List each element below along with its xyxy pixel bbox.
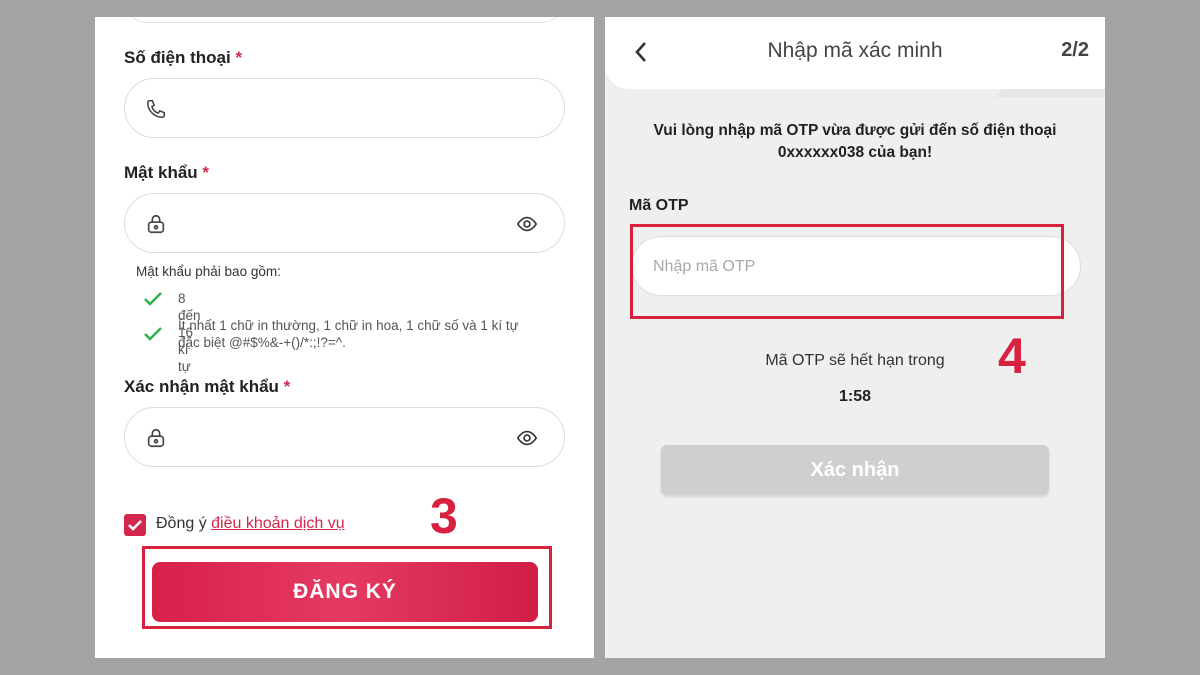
register-button[interactable]: ĐĂNG KÝ [152,562,538,622]
confirm-password-label: Xác nhận mật khẩu * [124,377,291,396]
phone-icon [146,99,166,119]
lock-icon [147,428,165,448]
otp-instruction: Vui lòng nhập mã OTP vừa được gửi đến số… [653,122,1057,161]
terms-checkbox[interactable] [124,514,146,536]
step-indicator: 2/2 [1061,39,1089,61]
terms-link[interactable]: điều khoản dịch vụ [211,515,344,532]
confirm-password-input[interactable] [124,407,565,467]
password-label: Mật khẩu * [124,163,210,182]
phone-label: Số điện thoại * [124,48,243,67]
lock-icon [147,214,165,234]
otp-verification-panel: Nhập mã xác minh 2/2 Vui lòng nhập mã OT… [605,17,1105,658]
otp-label: Mã OTP [629,197,689,214]
checkmark-icon [128,520,142,531]
password-rule-characters: Ít nhất 1 chữ in thường, 1 chữ in hoa, 1… [143,317,563,353]
confirm-button[interactable]: Xác nhận [661,445,1049,495]
register-form-panel: Số điện thoại * Mật khẩu * Mật khẩu phải… [95,17,594,658]
otp-timer: 1:58 [838,388,872,405]
step-marker-3: 3 [430,488,458,544]
check-icon [144,327,162,341]
phone-input[interactable] [124,78,565,138]
previous-input-field[interactable] [124,17,565,23]
otp-highlight-box [630,224,1064,319]
terms-prefix: Đồng ý [156,515,207,532]
password-rules-title: Mật khẩu phải bao gồm: [136,264,281,279]
otp-header: Nhập mã xác minh [605,17,1105,89]
eye-icon[interactable] [516,213,538,235]
page-title: Nhập mã xác minh [767,39,943,62]
eye-icon[interactable] [516,427,538,449]
check-icon [144,292,162,306]
password-input[interactable] [124,193,565,253]
otp-expire-text: Mã OTP sẽ hết hạn trong [765,352,945,369]
